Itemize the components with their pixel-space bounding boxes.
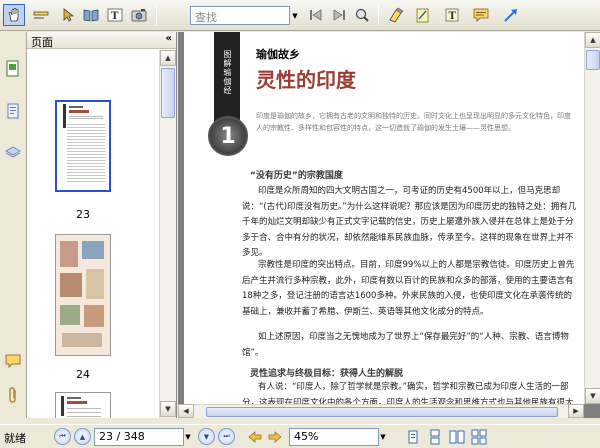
layers-tab-icon[interactable] xyxy=(3,140,23,162)
pointer-icon[interactable] xyxy=(57,4,79,26)
note-icon[interactable] xyxy=(411,4,433,26)
find-next-icon[interactable] xyxy=(328,4,350,26)
panel-title: 页面 xyxy=(31,36,53,49)
facing-view-icon[interactable] xyxy=(446,426,468,448)
thumbnail-label: 23 xyxy=(76,208,90,221)
continuous-view-icon[interactable] xyxy=(424,426,446,448)
page-kicker: 瑜伽故乡 xyxy=(256,48,300,61)
search-dropdown-icon[interactable]: ▼ xyxy=(290,6,300,25)
status-text: 就绪 xyxy=(4,432,26,445)
document-horizontal-scrollbar[interactable]: ◀ ▶ xyxy=(178,404,584,418)
toolbar: T 查找 ▼ T xyxy=(0,0,600,31)
sidebar-tabs xyxy=(0,32,27,418)
section-title: 灵性追求与终极目标：获得人生的解脱 xyxy=(250,369,404,379)
chapter-medallion: 1 xyxy=(208,116,248,156)
arrow-icon[interactable] xyxy=(500,4,522,26)
pages-panel-header: 页面 « xyxy=(27,32,176,49)
pages-tab-icon[interactable] xyxy=(3,58,23,80)
toolbar-separator xyxy=(156,5,157,25)
last-page-icon[interactable]: ⏭ xyxy=(218,428,235,445)
continuous-facing-view-icon[interactable] xyxy=(468,426,490,448)
scroll-right-icon[interactable]: ▶ xyxy=(568,404,584,418)
document-viewport: 图解瑜伽经 1 瑜伽故乡 灵性的印度 印度是瑜伽的故乡，它拥有古老的文明和独特的… xyxy=(178,32,600,418)
scroll-left-icon[interactable]: ◀ xyxy=(178,404,194,418)
scrollbar-thumb[interactable] xyxy=(161,68,175,118)
highlight-icon[interactable] xyxy=(385,4,407,26)
select-text-icon[interactable] xyxy=(30,4,52,26)
body-paragraph: 宗教性是印度的突出特点。目前，印度99%以上的人都是宗教信徒。印度历史上曾先后产… xyxy=(242,260,575,317)
page-number-field[interactable]: 23 / 348 xyxy=(94,428,184,446)
search-input[interactable]: 查找 xyxy=(190,6,290,25)
first-page-icon[interactable]: ⏮ xyxy=(54,428,71,445)
svg-text:T: T xyxy=(449,11,457,22)
comments-tab-icon[interactable] xyxy=(3,350,23,372)
zoom-field[interactable]: 45% xyxy=(289,428,379,446)
scrollbar-thumb[interactable] xyxy=(586,50,600,70)
scroll-down-icon[interactable]: ▼ xyxy=(160,401,176,417)
toolbar-separator xyxy=(378,5,379,25)
body-paragraph: 印度是众所周知的四大文明古国之一，可考证的历史有4500年以上，但马克思却说：“… xyxy=(242,186,577,256)
collapse-panel-icon[interactable]: « xyxy=(166,33,172,44)
page-dropdown-icon[interactable]: ▼ xyxy=(182,429,194,445)
page-thumbnail[interactable] xyxy=(55,392,111,418)
pages-panel: 页面 « 23 24 ▲ ▼ xyxy=(27,32,177,418)
scroll-up-icon[interactable]: ▲ xyxy=(160,50,176,66)
find-previous-icon[interactable] xyxy=(305,4,327,26)
svg-text:T: T xyxy=(111,11,119,22)
body-paragraph: 有人说：“印度人，除了哲学就是宗教。”确实，哲学和宗教已成为印度人生活的一部分，… xyxy=(242,382,574,404)
pdf-page[interactable]: 图解瑜伽经 1 瑜伽故乡 灵性的印度 印度是瑜伽的故乡，它拥有古老的文明和独特的… xyxy=(184,32,584,404)
pdf-reader-window: T 查找 ▼ T 页面 « 23 24 ▲ ▼ 图解瑜伽经 1 瑜伽故乡 灵性的… xyxy=(0,0,600,448)
single-page-view-icon[interactable] xyxy=(402,426,424,448)
previous-page-icon[interactable]: ▲ xyxy=(74,428,91,445)
strip-text: 图解瑜伽经 xyxy=(223,50,232,95)
scrollbar-thumb[interactable] xyxy=(206,407,558,417)
comment-icon[interactable] xyxy=(470,4,492,26)
hand-tool-icon[interactable] xyxy=(3,4,25,26)
bookmarks-tab-icon[interactable] xyxy=(3,100,23,122)
status-bar: 就绪 ⏮ ▲ 23 / 348 ▼ ▼ ⏭ 45% ▼ xyxy=(0,424,600,448)
camera-icon[interactable] xyxy=(128,4,150,26)
document-vertical-scrollbar[interactable]: ▲ ▼ xyxy=(584,32,600,404)
text-select-icon[interactable]: T xyxy=(104,4,126,26)
next-page-icon[interactable]: ▼ xyxy=(198,428,215,445)
attachments-tab-icon[interactable] xyxy=(3,384,23,406)
search-icon[interactable] xyxy=(351,4,373,26)
scroll-up-icon[interactable]: ▲ xyxy=(585,32,600,48)
book-icon[interactable] xyxy=(80,4,102,26)
page-thumbnail[interactable] xyxy=(55,234,111,356)
page-headline: 灵性的印度 xyxy=(256,68,356,92)
page-thumbnail[interactable] xyxy=(55,100,111,192)
scroll-down-icon[interactable]: ▼ xyxy=(585,388,600,404)
thumbnail-scrollbar[interactable]: ▲ ▼ xyxy=(159,50,176,418)
page-lede: 印度是瑜伽的故乡，它拥有古老的文明和独特的历史。同时文化上也呈现出明显的多元文化… xyxy=(256,112,571,132)
go-forward-icon[interactable] xyxy=(264,426,286,448)
text-note-icon[interactable]: T xyxy=(441,4,463,26)
thumbnail-list: 23 24 xyxy=(27,50,159,418)
zoom-dropdown-icon[interactable]: ▼ xyxy=(377,429,389,445)
thumbnail-label: 24 xyxy=(76,368,90,381)
body-paragraph: 如上述原因，印度当之无愧地成为了世界上“保存最完好”的“人种、宗教、语言博物馆”… xyxy=(242,332,569,358)
go-back-icon[interactable] xyxy=(244,426,266,448)
section-title: “没有历史”的宗教国度 xyxy=(250,171,343,181)
